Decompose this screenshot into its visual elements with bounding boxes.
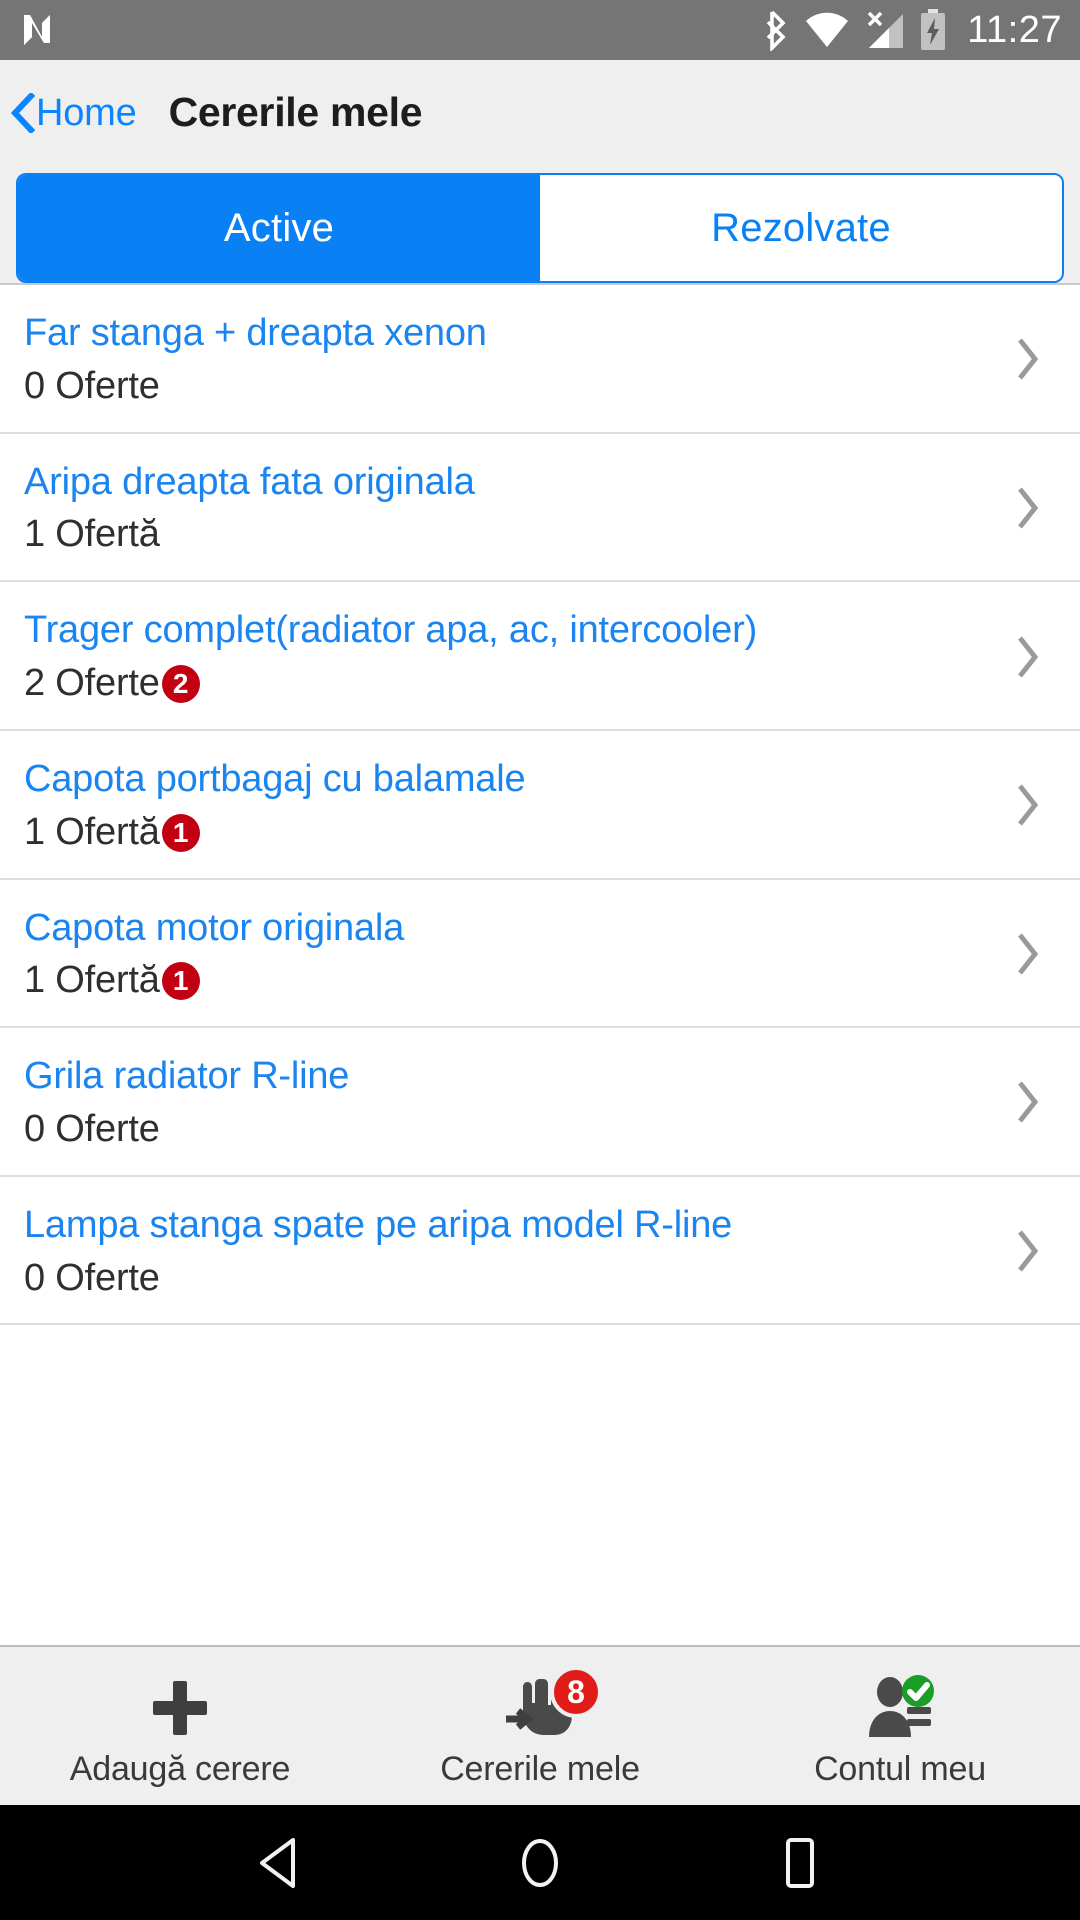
row-title: Capota motor originala	[24, 906, 405, 949]
row-title: Lampa stanga spate pe aripa model R-line	[24, 1203, 733, 1246]
tab-active[interactable]: Active	[18, 175, 540, 281]
row-unread-badge: 2	[161, 664, 200, 703]
chevron-right-icon	[992, 485, 1062, 531]
user-verified-icon	[863, 1670, 937, 1746]
row-subtitle-line: 2 Oferte 2	[24, 662, 992, 705]
chevron-right-icon	[992, 336, 1062, 382]
row-content: Trager complet(radiator apa, ac, interco…	[0, 608, 992, 705]
bottom-tab-bar: Adaugă cerere 8 Cererile mele Contul meu	[0, 1645, 1080, 1805]
row-offers-count: 0 Oferte	[24, 1107, 160, 1150]
row-title: Grila radiator R-line	[24, 1055, 350, 1098]
chevron-right-icon	[992, 1228, 1062, 1274]
chevron-left-icon	[10, 91, 36, 134]
status-bar: 11:27	[0, 0, 1080, 60]
back-button-label: Home	[36, 91, 137, 134]
status-bar-right: 11:27	[763, 8, 1062, 52]
table-row[interactable]: Far stanga + dreapta xenon 0 Oferte	[0, 285, 1080, 434]
segmented-control: Active Rezolvate	[16, 173, 1064, 283]
bottom-tab-badge: 8	[550, 1666, 602, 1718]
back-icon[interactable]	[220, 1805, 340, 1920]
n-logo-icon	[22, 13, 52, 47]
row-offers-count: 1 Ofertă	[24, 513, 160, 556]
row-content: Grila radiator R-line 0 Oferte	[0, 1054, 992, 1151]
row-subtitle-line: 1 Ofertă 1	[24, 960, 992, 1002]
row-title: Capota portbagaj cu balamale	[24, 757, 526, 800]
row-content: Capota portbagaj cu balamale 1 Ofertă 1	[0, 757, 992, 854]
row-title: Far stanga + dreapta xenon	[24, 312, 487, 354]
bottom-tab-contul-meu[interactable]: Contul meu	[720, 1647, 1080, 1805]
row-unread-badge: 1	[161, 962, 200, 1001]
bottom-tab-cererile-mele[interactable]: 8 Cererile mele	[360, 1647, 720, 1805]
bottom-tab-label: Cererile mele	[440, 1750, 640, 1788]
hand-request-icon: 8	[504, 1666, 602, 1746]
chevron-right-icon	[992, 1079, 1062, 1125]
table-row[interactable]: Lampa stanga spate pe aripa model R-line…	[0, 1176, 1080, 1326]
row-content: Far stanga + dreapta xenon 0 Oferte	[0, 311, 992, 408]
tab-rezolvate[interactable]: Rezolvate	[540, 175, 1062, 281]
row-content: Lampa stanga spate pe aripa model R-line…	[0, 1203, 992, 1300]
row-subtitle-line: 0 Oferte	[24, 364, 992, 408]
chevron-right-icon	[992, 782, 1062, 828]
bottom-tab-label: Adaugă cerere	[69, 1750, 291, 1788]
row-offers-count: 1 Ofertă	[24, 810, 160, 853]
bluetooth-icon	[763, 9, 791, 51]
wifi-icon	[805, 11, 849, 49]
bottom-tab-label: Contul meu	[814, 1750, 986, 1788]
row-title: Aripa dreapta fata originala	[24, 460, 475, 503]
plus-icon	[147, 1670, 213, 1746]
home-icon[interactable]	[480, 1805, 600, 1920]
table-row[interactable]: Trager complet(radiator apa, ac, interco…	[0, 582, 1080, 731]
row-content: Aripa dreapta fata originala 1 Ofertă	[0, 460, 992, 557]
row-offers-count: 1 Ofertă	[24, 959, 160, 1002]
bottom-tab-adauga-cerere[interactable]: Adaugă cerere	[0, 1647, 360, 1805]
status-bar-clock: 11:27	[967, 9, 1062, 51]
row-offers-count: 0 Oferte	[24, 1256, 160, 1299]
table-row[interactable]: Capota motor originala 1 Ofertă 1	[0, 879, 1080, 1029]
table-row[interactable]: Capota portbagaj cu balamale 1 Ofertă 1	[0, 730, 1080, 880]
row-title: Trager complet(radiator apa, ac, interco…	[24, 609, 758, 652]
row-subtitle-line: 1 Ofertă 1	[24, 810, 992, 854]
table-row[interactable]: Grila radiator R-line 0 Oferte	[0, 1028, 1080, 1177]
segmented-control-wrap: Active Rezolvate	[0, 165, 1080, 283]
row-subtitle-line: 0 Oferte	[24, 1256, 992, 1300]
android-navigation-bar	[0, 1805, 1080, 1920]
chevron-right-icon	[992, 634, 1062, 680]
battery-charging-icon	[919, 8, 947, 52]
back-button[interactable]: Home	[10, 91, 141, 134]
nav-header: Home Cererile mele	[0, 60, 1080, 165]
chevron-right-icon	[992, 931, 1062, 977]
request-list[interactable]: Far stanga + dreapta xenon 0 Oferte Arip…	[0, 283, 1080, 1645]
row-subtitle-line: 0 Oferte	[24, 1107, 992, 1151]
page-title: Cererile mele	[168, 89, 423, 135]
cellular-no-sim-icon	[863, 10, 905, 50]
status-bar-left	[22, 13, 52, 47]
phone-screen: 11:27 Home Cererile mele Active Rezolvat…	[0, 0, 1080, 1920]
row-subtitle-line: 1 Ofertă	[24, 514, 992, 556]
row-offers-count: 2 Oferte	[24, 662, 160, 705]
row-offers-count: 0 Oferte	[24, 364, 160, 407]
row-content: Capota motor originala 1 Ofertă 1	[0, 906, 992, 1003]
row-unread-badge: 1	[161, 813, 200, 852]
table-row[interactable]: Aripa dreapta fata originala 1 Ofertă	[0, 433, 1080, 583]
recents-icon[interactable]	[740, 1805, 860, 1920]
